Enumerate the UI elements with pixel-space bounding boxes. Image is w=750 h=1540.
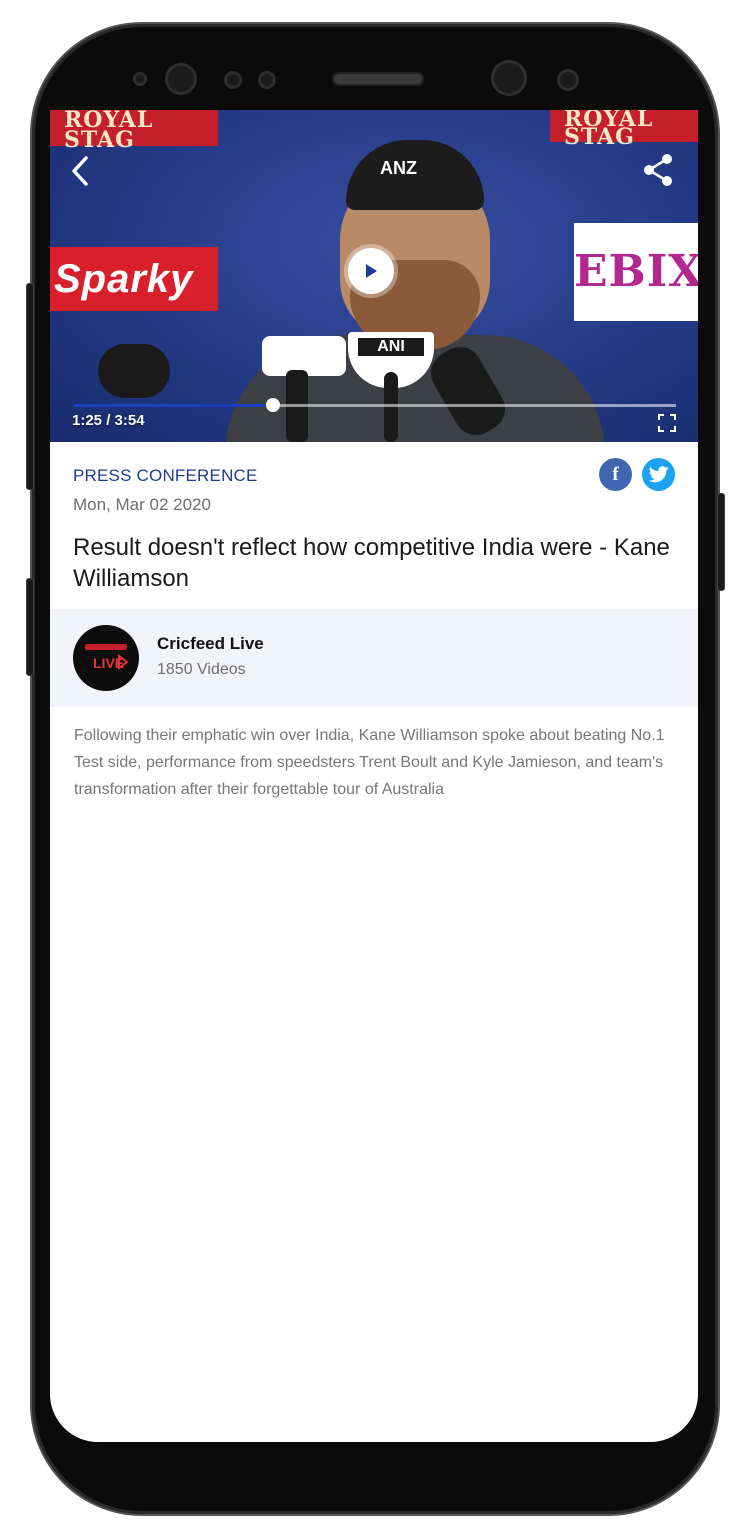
article-date: Mon, Mar 02 2020 bbox=[73, 495, 211, 514]
phone-side-button bbox=[26, 283, 34, 490]
progress-fill bbox=[74, 404, 273, 407]
channel-logo-icon: LIVE bbox=[85, 644, 129, 671]
mic-flag-text: ANI bbox=[358, 338, 424, 356]
sponsor-board: ROYAL STAG bbox=[550, 110, 698, 148]
facebook-share-button[interactable]: f bbox=[599, 458, 632, 491]
video-progress-bar[interactable] bbox=[74, 398, 676, 412]
channel-video-count: 1850 Videos bbox=[157, 661, 246, 678]
phone-earpiece bbox=[332, 72, 424, 86]
share-icon[interactable] bbox=[641, 152, 675, 188]
article-title: Result doesn't reflect how competitive I… bbox=[73, 534, 670, 592]
app-screen: ROYAL STAG ROYAL STAG Sparky EBIX ANZ AN… bbox=[50, 110, 698, 1442]
twitter-share-button[interactable] bbox=[642, 458, 675, 491]
playback-time: 1:25 / 3:54 bbox=[72, 412, 145, 429]
back-icon[interactable] bbox=[68, 154, 94, 188]
twitter-icon bbox=[648, 466, 669, 483]
phone-sensor bbox=[557, 69, 579, 91]
channel-name[interactable]: Cricfeed Live bbox=[157, 634, 264, 654]
phone-sensor bbox=[133, 72, 147, 86]
sponsor-text: Sparky bbox=[54, 257, 194, 301]
article-category: PRESS CONFERENCE bbox=[73, 466, 258, 485]
sponsor-text: ROYAL STAG bbox=[564, 110, 654, 150]
article-description: Following their emphatic win over India,… bbox=[74, 727, 665, 798]
phone-sensor bbox=[224, 71, 242, 89]
progress-handle[interactable] bbox=[265, 398, 280, 412]
phone-camera bbox=[165, 63, 197, 95]
microphone bbox=[98, 344, 170, 398]
phone-sensor bbox=[258, 71, 276, 89]
phone-side-button bbox=[717, 493, 725, 591]
play-icon bbox=[366, 264, 377, 278]
microphone bbox=[384, 372, 398, 442]
phone-side-button bbox=[26, 578, 34, 676]
play-button[interactable] bbox=[348, 248, 394, 294]
phone-camera bbox=[491, 60, 527, 96]
sponsor-text: EBIX bbox=[574, 246, 698, 297]
video-player[interactable]: ROYAL STAG ROYAL STAG Sparky EBIX ANZ AN… bbox=[50, 110, 698, 442]
channel-card[interactable]: LIVE Cricfeed Live 1850 Videos bbox=[50, 609, 698, 707]
sponsor-text: ROYAL STAG bbox=[64, 110, 154, 153]
sponsor-board: EBIX bbox=[574, 223, 698, 321]
sponsor-board: Sparky bbox=[50, 247, 218, 311]
fullscreen-icon[interactable] bbox=[658, 414, 676, 432]
facebook-icon: f bbox=[612, 463, 619, 485]
sponsor-board: ROYAL STAG bbox=[50, 110, 218, 151]
cap-logo: ANZ bbox=[380, 158, 417, 178]
channel-avatar[interactable]: LIVE bbox=[73, 625, 139, 691]
